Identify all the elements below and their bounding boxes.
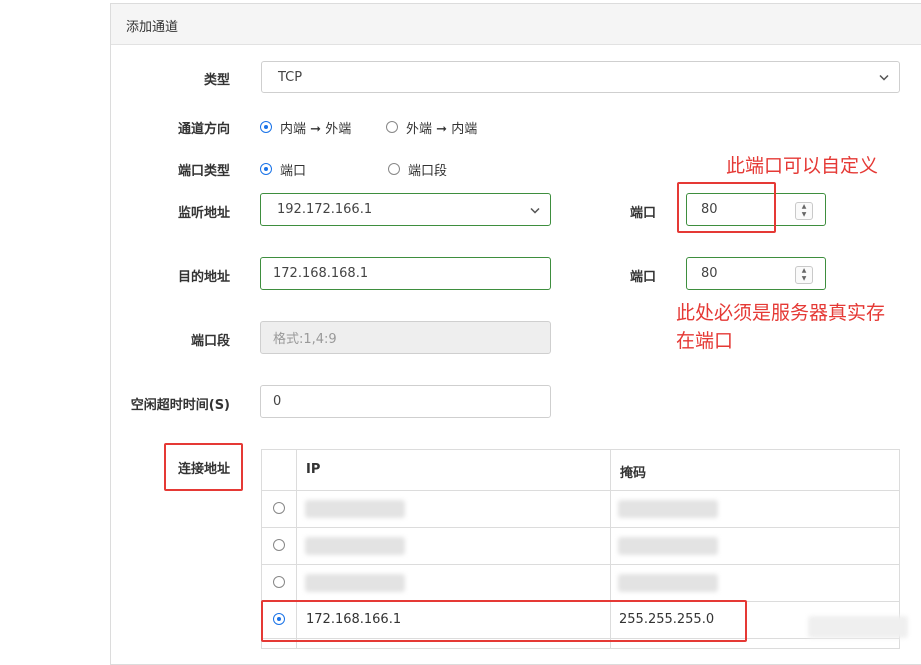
port-type-port-radio[interactable]	[260, 163, 272, 175]
direction-label: 通道方向	[177, 122, 230, 137]
blurred-ip	[305, 574, 405, 592]
type-label: 类型	[203, 73, 230, 88]
port-type-label: 端口类型	[177, 164, 230, 179]
listen-address-select[interactable]: 192.172.166.1	[260, 193, 551, 226]
direction-option1-text: 内端 ➞ 外端	[280, 122, 352, 137]
connection-row-radio[interactable]	[273, 576, 285, 588]
spinner-icon[interactable]: ▲ ▼	[795, 266, 813, 284]
direction-out-to-in-radio[interactable]	[386, 121, 398, 133]
annotation-box-connection	[164, 443, 243, 491]
annotation-box-row	[261, 600, 747, 642]
listen-address-value: 192.172.166.1	[277, 202, 373, 217]
blurred-mask	[618, 500, 718, 518]
target-port-label: 端口	[629, 270, 656, 285]
chevron-down-icon	[530, 203, 540, 216]
blurred-mask	[618, 574, 718, 592]
blurred-ip	[305, 500, 405, 518]
port-range-label: 端口段	[190, 334, 230, 349]
column-header-ip: IP	[306, 462, 321, 477]
connection-row-radio[interactable]	[273, 539, 285, 551]
blurred-artifact	[808, 616, 908, 638]
table-divider	[261, 490, 900, 491]
type-select[interactable]: TCP	[261, 61, 900, 93]
spinner-icon[interactable]: ▲ ▼	[795, 202, 813, 220]
blurred-ip	[305, 537, 405, 555]
listen-address-label: 监听地址	[177, 206, 230, 221]
port-range-placeholder: 格式:1,4:9	[273, 332, 337, 347]
idle-timeout-input[interactable]: 0	[260, 385, 551, 418]
annotation-box-port	[677, 182, 776, 233]
connection-row-radio[interactable]	[273, 502, 285, 514]
table-divider	[261, 527, 900, 528]
listen-port-label: 端口	[629, 206, 656, 221]
target-address-value: 172.168.168.1	[273, 266, 369, 281]
type-select-value: TCP	[278, 69, 303, 85]
panel-title: 添加通道	[126, 20, 179, 35]
direction-in-to-out-radio[interactable]	[260, 121, 272, 133]
panel-header: 添加通道	[111, 4, 921, 45]
port-type-range-radio[interactable]	[388, 163, 400, 175]
table-divider	[261, 564, 900, 565]
target-address-input[interactable]: 172.168.168.1	[260, 257, 551, 290]
blurred-mask	[618, 537, 718, 555]
target-address-label: 目的地址	[177, 270, 230, 285]
idle-timeout-label: 空闲超时时间(S)	[130, 398, 230, 413]
annotation-note-real-port-2: 在端口	[676, 330, 734, 352]
annotation-note-custom-port: 此端口可以自定义	[726, 155, 879, 177]
target-port-value: 80	[701, 266, 718, 281]
port-type-range-text: 端口段	[408, 164, 448, 179]
chevron-down-icon	[879, 71, 889, 84]
direction-option2-text: 外端 ➞ 内端	[406, 122, 478, 137]
idle-timeout-value: 0	[273, 394, 282, 409]
annotation-note-real-port-1: 此处必须是服务器真实存	[676, 302, 886, 324]
port-range-input[interactable]: 格式:1,4:9	[260, 321, 551, 354]
port-type-port-text: 端口	[280, 164, 307, 179]
target-port-input[interactable]: 80 ▲ ▼	[686, 257, 826, 290]
column-header-mask: 掩码	[620, 466, 647, 481]
